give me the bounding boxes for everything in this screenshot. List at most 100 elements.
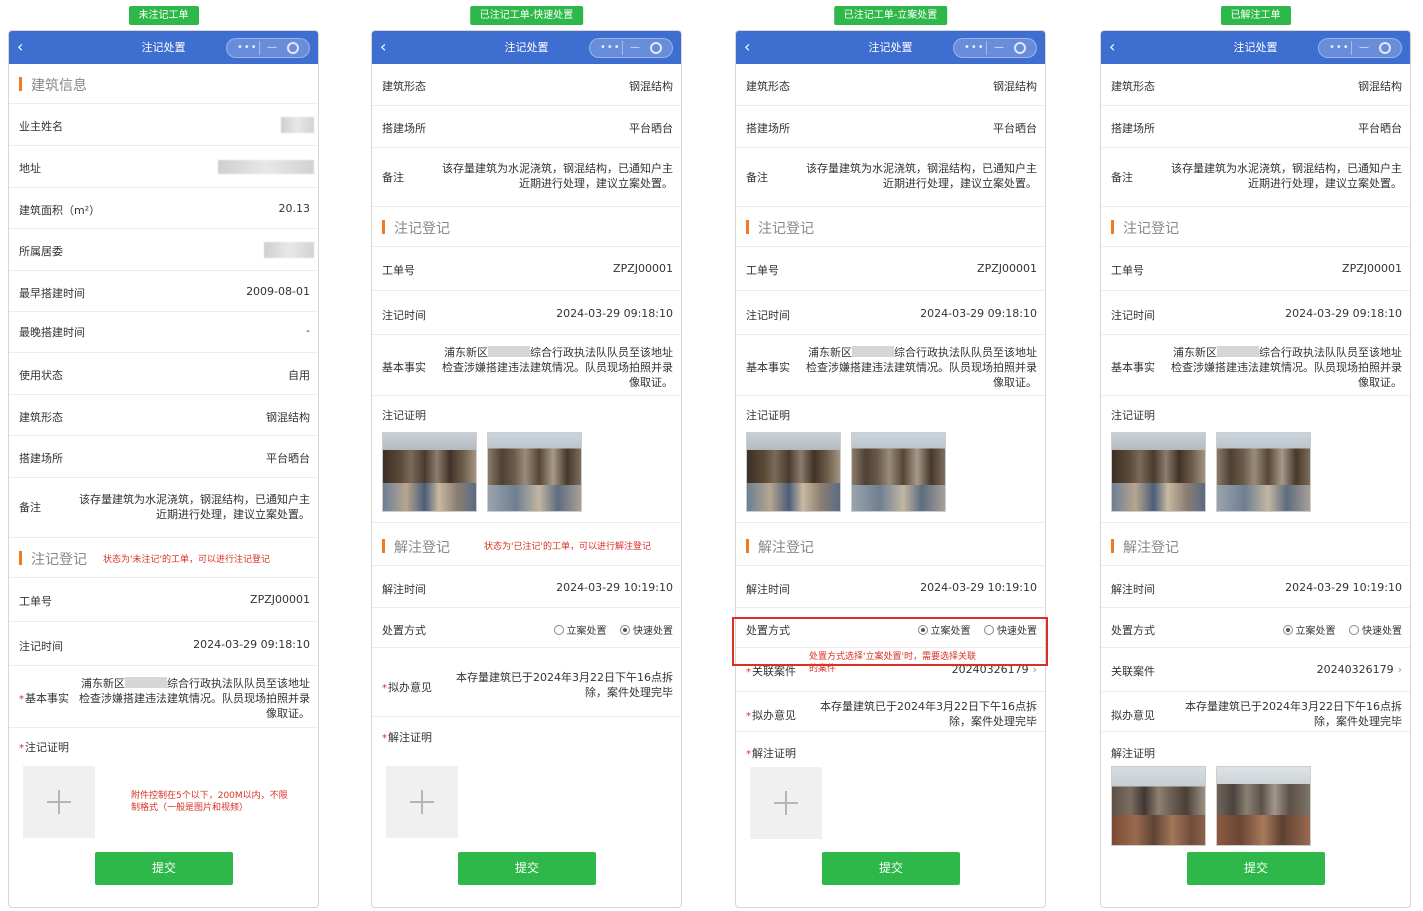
method-row: 处置方式 立案处置 快速处置: [1101, 608, 1410, 648]
unreg-time-label: 解注时间: [382, 583, 426, 596]
submit-button[interactable]: 提交: [822, 852, 960, 885]
more-icon[interactable]: •••: [1329, 42, 1350, 54]
owner-label: 业主姓名: [19, 120, 63, 133]
order-row: 工单号 ZPZJ00001: [9, 578, 318, 622]
close-circle-icon[interactable]: [650, 42, 662, 54]
remark-value: 该存量建筑为水泥浇筑，钢混结构，已通知户主近期进行处理，建议立案处置。: [806, 162, 1037, 190]
miniapp-capsule[interactable]: ••• —: [953, 38, 1037, 58]
address-label: 地址: [19, 162, 41, 175]
facts-value: 浦东新区 综合行政执法队队员至该地址检查涉嫌搭建违法建筑情况。队员现场拍照并录像取…: [806, 346, 1037, 389]
upload-add-button[interactable]: [23, 766, 95, 838]
reg-time-value[interactable]: 2024-03-29 09:18:10: [193, 638, 310, 651]
reg-time-label: 注记时间: [382, 309, 426, 322]
site-row: 搭建场所 平台晒台: [736, 106, 1045, 148]
remark-value: 该存量建筑为水泥浇筑，钢混结构，已通知户主近期进行处理，建议立案处置。: [1171, 162, 1402, 190]
section-title: 解注登记: [758, 540, 814, 556]
minimize-icon[interactable]: —: [630, 42, 640, 54]
proof-row: 注记证明: [1101, 396, 1410, 426]
opinion-row: *拟办意见 本存量建筑已于2024年3月22日下午16点拆除，案件处理完毕: [736, 692, 1045, 732]
section-title: 建筑信息: [31, 78, 87, 94]
chevron-right-icon: ›: [1397, 663, 1402, 676]
remark-row: 备注 该存量建筑为水泥浇筑，钢混结构，已通知户主近期进行处理，建议立案处置。: [736, 148, 1045, 207]
more-icon[interactable]: •••: [600, 42, 621, 54]
case-value[interactable]: 20240326179 ›: [1317, 663, 1402, 676]
earliest-value: 2009-08-01: [246, 285, 310, 298]
phone-column-unregistered: 未注记工单 ‹ 注记处置 ••• — 建筑信息 业主姓名 地址 建筑面积（m²）…: [8, 0, 319, 911]
opinion-input[interactable]: 本存量建筑已于2024年3月22日下午16点拆除，案件处理完毕: [451, 670, 673, 700]
site-label: 搭建场所: [1111, 122, 1155, 135]
unreg-time-value[interactable]: 2024-03-29 10:19:10: [556, 581, 673, 594]
unproof-label: 解注证明: [388, 731, 432, 744]
close-circle-icon[interactable]: [1379, 42, 1391, 54]
unreg-time-label: 解注时间: [746, 583, 790, 596]
unproof-photo[interactable]: [1111, 766, 1206, 846]
reg-time-value: 2024-03-29 09:18:10: [1285, 307, 1402, 320]
proof-photo[interactable]: [851, 432, 946, 512]
opinion-value: 本存量建筑已于2024年3月22日下午16点拆除，案件处理完毕: [1185, 700, 1402, 728]
radio-case: 立案处置: [1282, 625, 1336, 637]
building-form-value: 钢混结构: [629, 80, 673, 93]
remark-value: 该存量建筑为水泥浇筑，钢混结构，已通知户主近期进行处理，建议立案处置。: [442, 162, 673, 190]
building-form-label: 建筑形态: [746, 80, 790, 93]
building-form-row: 建筑形态 钢混结构: [372, 64, 681, 106]
close-circle-icon[interactable]: [287, 42, 299, 54]
proof-photo[interactable]: [1216, 432, 1311, 512]
navbar: ‹ 注记处置 ••• —: [9, 31, 318, 64]
reg-time-row: 注记时间 2024-03-29 09:18:10: [372, 291, 681, 335]
opinion-row: 拟办意见 本存量建筑已于2024年3月22日下午16点拆除，案件处理完毕: [1101, 692, 1410, 732]
upload-add-button[interactable]: [750, 767, 822, 839]
status-tag: 已注记工单-立案处置: [833, 6, 948, 25]
close-circle-icon[interactable]: [1014, 42, 1026, 54]
section-title: 注记登记: [758, 221, 814, 237]
section-unregistration: 解注登记: [1101, 526, 1410, 566]
more-icon[interactable]: •••: [237, 42, 258, 54]
section-registration: 注记登记: [372, 207, 681, 247]
latest-label: 最晚搭建时间: [19, 326, 85, 339]
reg-time-label: 注记时间: [19, 640, 63, 653]
opinion-row: *拟办意见 本存量建筑已于2024年3月22日下午16点拆除，案件处理完毕: [372, 648, 681, 717]
upload-add-button[interactable]: [386, 766, 458, 838]
unreg-time-label: 解注时间: [1111, 583, 1155, 596]
remark-label: 备注: [746, 171, 768, 184]
unreg-time-row: 解注时间 2024-03-29 10:19:10: [1101, 566, 1410, 608]
minimize-icon[interactable]: —: [994, 42, 1004, 54]
remark-row: 备注 该存量建筑为水泥浇筑，钢混结构，已通知户主近期进行处理，建议立案处置。: [372, 148, 681, 207]
radio-case[interactable]: 立案处置: [553, 625, 607, 637]
facts-row: 基本事实 浦东新区 综合行政执法队队员至该地址检查涉嫌搭建违法建筑情况。队员现场拍…: [1101, 335, 1410, 396]
community-row: 所属居委: [9, 229, 318, 271]
minimize-icon[interactable]: —: [267, 42, 277, 54]
area-label: 建筑面积（m²）: [19, 204, 101, 217]
reg-time-value: 2024-03-29 09:18:10: [556, 307, 673, 320]
method-label: 处置方式: [382, 624, 426, 637]
opinion-input[interactable]: 本存量建筑已于2024年3月22日下午16点拆除，案件处理完毕: [815, 699, 1037, 729]
method-radio-group: 立案处置 快速处置: [544, 622, 673, 637]
proof-photo[interactable]: [746, 432, 841, 512]
reg-time-value: 2024-03-29 09:18:10: [920, 307, 1037, 320]
site-value: 平台晒台: [266, 452, 310, 465]
more-icon[interactable]: •••: [964, 42, 985, 54]
reg-time-row: 注记时间 2024-03-29 09:18:10: [736, 291, 1045, 335]
radio-fast[interactable]: 快速处置: [620, 625, 673, 637]
miniapp-capsule[interactable]: ••• —: [1318, 38, 1402, 58]
navbar: ‹ 注记处置 ••• —: [1101, 31, 1410, 64]
site-row: 搭建场所 平台晒台: [1101, 106, 1410, 148]
unreg-time-value[interactable]: 2024-03-29 10:19:10: [920, 581, 1037, 594]
submit-button[interactable]: 提交: [1187, 852, 1325, 885]
miniapp-capsule[interactable]: ••• —: [589, 38, 673, 58]
miniapp-capsule[interactable]: ••• —: [226, 38, 310, 58]
proof-photo[interactable]: [382, 432, 477, 512]
proof-photo[interactable]: [1111, 432, 1206, 512]
unproof-photo[interactable]: [1216, 766, 1311, 846]
facts-input[interactable]: 浦东新区 综合行政执法队队员至该地址检查涉嫌搭建违法建筑情况。队员现场拍照并录像取…: [78, 676, 310, 721]
proof-photo[interactable]: [487, 432, 582, 512]
section-unregistration: 解注登记 状态为'已注记'的工单，可以进行解注登记: [372, 526, 681, 566]
order-label: 工单号: [19, 595, 52, 608]
earliest-row: 最早搭建时间 2009-08-01: [9, 271, 318, 312]
submit-button[interactable]: 提交: [95, 852, 233, 885]
submit-button[interactable]: 提交: [458, 852, 596, 885]
phone-column-fast: 已注记工单-快速处置 ‹ 注记处置 ••• — 建筑形态 钢混结构 搭建场所 平…: [371, 0, 682, 911]
method-label: 处置方式: [1111, 624, 1155, 637]
highlight-box: [732, 617, 1048, 666]
minimize-icon[interactable]: —: [1359, 42, 1369, 54]
proof-row: 注记证明: [736, 396, 1045, 426]
